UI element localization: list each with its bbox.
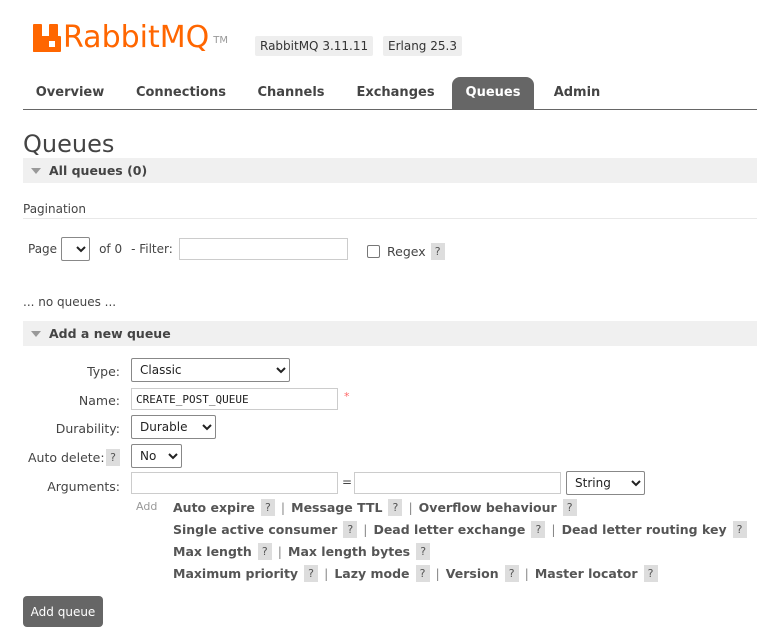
tab-connections[interactable]: Connections xyxy=(124,77,238,109)
help-icon[interactable]: ? xyxy=(504,565,519,582)
pagination-controls: Page of 0 - Filter: xyxy=(28,237,348,261)
argument-shortcuts-row: Maximum priority ? | Lazy mode ? | Versi… xyxy=(173,565,658,582)
auto-delete-select[interactable]: No xyxy=(131,444,182,468)
regex-label: Regex xyxy=(387,243,426,259)
arg-max-length-bytes[interactable]: Max length bytes xyxy=(288,544,410,559)
arg-overflow-behaviour[interactable]: Overflow behaviour xyxy=(419,500,557,515)
filter-label: - Filter: xyxy=(131,242,173,256)
separator: | xyxy=(363,522,368,537)
collapse-triangle-icon xyxy=(31,167,41,174)
help-icon[interactable]: ? xyxy=(260,499,275,516)
arg-maximum-priority[interactable]: Maximum priority xyxy=(173,566,298,581)
collapse-triangle-icon xyxy=(31,330,41,337)
durability-label: Durability: xyxy=(55,421,120,436)
argument-key-input[interactable] xyxy=(131,472,338,494)
help-icon[interactable]: ? xyxy=(732,521,747,538)
regex-option: Regex ? xyxy=(367,241,445,261)
durability-select[interactable]: Durable xyxy=(131,415,216,439)
separator: | xyxy=(408,500,413,515)
required-mark: * xyxy=(344,390,350,403)
help-icon[interactable]: ? xyxy=(562,499,577,516)
add-queue-section-header[interactable]: Add a new queue xyxy=(23,321,757,346)
separator: | xyxy=(277,544,282,559)
arg-max-length[interactable]: Max length xyxy=(173,544,252,559)
argument-value-input[interactable] xyxy=(354,472,561,494)
name-label: Name: xyxy=(78,393,120,408)
argument-type-select[interactable]: String xyxy=(566,471,645,495)
arg-auto-expire[interactable]: Auto expire xyxy=(173,500,255,515)
separator: | xyxy=(280,500,286,515)
rabbitmq-logo[interactable]: RabbitMQ TM xyxy=(33,20,228,56)
arg-dead-letter-routing-key[interactable]: Dead letter routing key xyxy=(562,522,727,537)
rabbit-logo-icon xyxy=(33,24,61,52)
arg-version[interactable]: Version xyxy=(446,566,499,581)
arg-dead-letter-exchange[interactable]: Dead letter exchange xyxy=(373,522,525,537)
header: RabbitMQ TM RabbitMQ 3.11.11 Erlang 25.3 xyxy=(33,20,733,60)
empty-queues-message: ... no queues ... xyxy=(23,295,117,309)
tab-exchanges[interactable]: Exchanges xyxy=(345,77,446,109)
add-argument-link[interactable]: Add xyxy=(136,500,157,513)
page-select[interactable] xyxy=(61,237,91,261)
type-label: Type: xyxy=(87,364,120,379)
arguments-label: Arguments: xyxy=(47,479,120,494)
tab-queues[interactable]: Queues xyxy=(452,77,534,109)
queue-name-input[interactable] xyxy=(131,388,338,410)
queue-type-select[interactable]: Classic xyxy=(131,358,290,382)
separator: | xyxy=(524,566,529,581)
argument-shortcuts-row: Single active consumer ? | Dead letter e… xyxy=(173,521,747,538)
main-nav-tabs: Overview Connections Channels Exchanges … xyxy=(23,77,757,110)
help-icon[interactable]: ? xyxy=(304,565,319,582)
separator: | xyxy=(551,522,556,537)
separator: | xyxy=(435,566,440,581)
pagination-title: Pagination xyxy=(23,202,86,216)
argument-equals: = xyxy=(342,475,353,489)
help-icon[interactable]: ? xyxy=(430,242,445,260)
help-icon[interactable]: ? xyxy=(643,565,658,582)
divider xyxy=(23,218,757,219)
all-queues-section-header[interactable]: All queues (0) xyxy=(23,158,757,183)
tab-admin[interactable]: Admin xyxy=(541,77,613,109)
help-icon[interactable]: ? xyxy=(343,521,358,538)
rabbitmq-version-badge: RabbitMQ 3.11.11 xyxy=(255,36,374,56)
auto-delete-label: Auto delete: xyxy=(28,450,105,465)
add-queue-button[interactable]: Add queue xyxy=(23,596,103,627)
page-label: Page xyxy=(28,242,58,256)
help-icon[interactable]: ? xyxy=(415,565,430,582)
erlang-version-badge: Erlang 25.3 xyxy=(383,36,462,56)
filter-input[interactable] xyxy=(178,238,348,260)
arg-lazy-mode[interactable]: Lazy mode xyxy=(334,566,409,581)
all-queues-title: All queues (0) xyxy=(49,163,148,178)
logo-text: RabbitMQ xyxy=(63,20,210,55)
logo-trademark: TM xyxy=(213,35,228,46)
arg-master-locator[interactable]: Master locator xyxy=(535,566,638,581)
add-queue-title: Add a new queue xyxy=(49,326,171,341)
tab-channels[interactable]: Channels xyxy=(245,77,337,109)
arg-single-active-consumer[interactable]: Single active consumer xyxy=(173,522,337,537)
page-title: Queues xyxy=(23,130,115,158)
arg-message-ttl[interactable]: Message TTL xyxy=(291,500,382,515)
page-count: of 0 xyxy=(99,242,123,256)
tab-overview[interactable]: Overview xyxy=(23,77,117,109)
argument-shortcuts-row: Auto expire ? | Message TTL ? | Overflow… xyxy=(173,499,577,516)
auto-delete-help-icon[interactable]: ? xyxy=(106,449,120,466)
help-icon[interactable]: ? xyxy=(531,521,546,538)
regex-checkbox[interactable] xyxy=(367,244,380,258)
help-icon[interactable]: ? xyxy=(257,543,272,560)
argument-shortcuts-row: Max length ? | Max length bytes ? xyxy=(173,543,431,560)
help-icon[interactable]: ? xyxy=(416,543,431,560)
separator: | xyxy=(324,566,329,581)
help-icon[interactable]: ? xyxy=(388,499,403,516)
